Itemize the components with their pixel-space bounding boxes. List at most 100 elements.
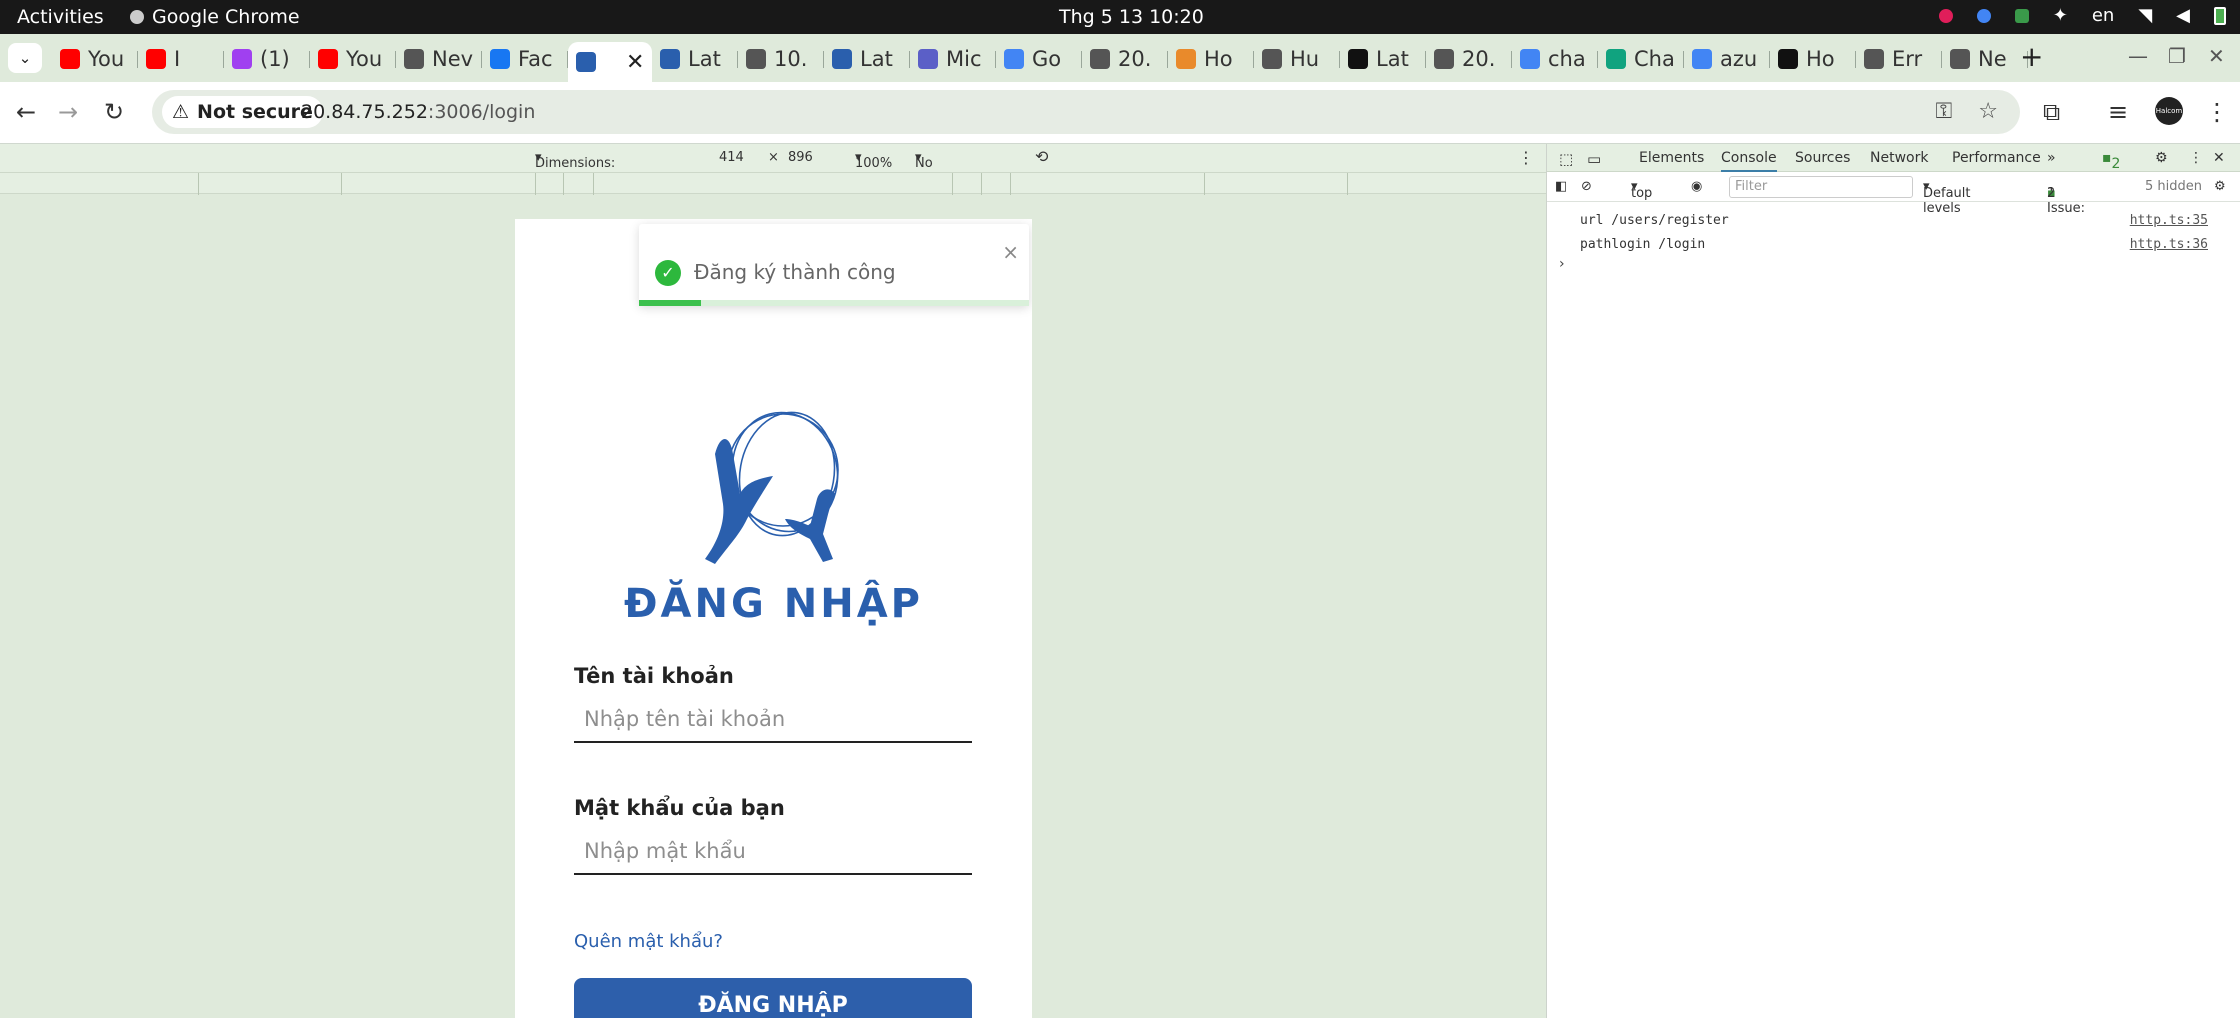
browser-tab[interactable]: 20.: [1082, 42, 1168, 76]
zoom-label: 100%: [855, 156, 893, 171]
zoom-select[interactable]: 100% ▾: [855, 150, 892, 171]
console-filter-input[interactable]: Filter: [1729, 176, 1913, 198]
maximize-button[interactable]: ❐: [2168, 44, 2186, 68]
browser-tab[interactable]: Hu: [1254, 42, 1340, 76]
tabs-list: You I (1) You Nev Fac ✕ Lat 10. Lat Mic Go 20. Ho Hu La…: [52, 42, 2028, 82]
tab-performance[interactable]: Performance: [1952, 150, 2041, 166]
browser-tab[interactable]: Ho: [1168, 42, 1254, 76]
username-label: Tên tài khoản: [574, 664, 734, 688]
password-label: Mật khẩu của bạn: [574, 796, 785, 820]
sidebar-toggle-icon[interactable]: ◧: [1555, 179, 1567, 194]
login-title: ĐĂNG NHẬP: [624, 581, 923, 627]
username-input[interactable]: [574, 697, 972, 743]
console-prompt-icon[interactable]: ›: [1559, 256, 1565, 272]
devtools-menu-icon[interactable]: ⋮: [2189, 150, 2203, 166]
close-tab-icon[interactable]: ✕: [626, 50, 644, 75]
browser-tab[interactable]: 20.: [1426, 42, 1512, 76]
media-control-icon[interactable]: ≡: [2108, 98, 2128, 126]
browser-tab[interactable]: You: [310, 42, 396, 76]
browser-tab[interactable]: cha: [1512, 42, 1598, 76]
inspect-icon[interactable]: ⬚: [1559, 150, 1573, 168]
forgot-password-link[interactable]: Quên mật khẩu?: [574, 931, 723, 952]
chrome-menu-icon[interactable]: ⋮: [2205, 98, 2229, 126]
password-input[interactable]: [574, 829, 972, 875]
key-icon[interactable]: ⚿: [1936, 99, 1953, 124]
forward-button[interactable]: →: [58, 98, 78, 126]
close-window-button[interactable]: ✕: [2208, 44, 2225, 68]
url-text[interactable]: 20.84.75.252:3006/login: [301, 101, 535, 123]
github-icon: [1348, 49, 1368, 69]
tab-search-button[interactable]: ⌄: [8, 43, 42, 73]
browser-toolbar: ← → ↻ ⚠ Not secure 20.84.75.252:3006/log…: [0, 82, 2240, 144]
google-icon: [1692, 49, 1712, 69]
browser-tab[interactable]: Ho: [1770, 42, 1856, 76]
tab-label: Fac: [518, 47, 553, 71]
browser-tab[interactable]: Go: [996, 42, 1082, 76]
more-tabs-icon[interactable]: »: [2047, 150, 2056, 166]
log-source-link[interactable]: http.ts:35: [2130, 213, 2208, 228]
log-levels-select[interactable]: Default levels ▾: [1923, 179, 1971, 216]
browser-tab[interactable]: I: [138, 42, 224, 76]
console-log-row: url /users/register http.ts:35: [1547, 208, 2240, 232]
tab-label: Ho: [1806, 47, 1835, 71]
back-button[interactable]: ←: [16, 98, 36, 126]
tab-label: Lat: [860, 47, 893, 71]
more-options-icon[interactable]: ⋮: [1518, 148, 1534, 167]
context-select[interactable]: top ▾: [1631, 179, 1652, 201]
globe-icon: [1434, 49, 1454, 69]
log-source-link[interactable]: http.ts:36: [2130, 237, 2208, 252]
tab-network[interactable]: Network: [1870, 150, 1928, 166]
browser-tab[interactable]: azu: [1684, 42, 1770, 76]
messages-badge[interactable]: ▪ 2: [2102, 150, 2120, 172]
browser-tab[interactable]: 10.: [738, 42, 824, 76]
tab-elements[interactable]: Elements: [1639, 150, 1704, 166]
tab-label: You: [88, 47, 125, 71]
globe-icon: [1262, 49, 1282, 69]
rotate-icon[interactable]: ⟲: [1035, 147, 1048, 166]
reload-button[interactable]: ↻: [104, 98, 124, 126]
bookmark-star-icon[interactable]: ☆: [1978, 99, 1998, 124]
close-devtools-icon[interactable]: ✕: [2213, 150, 2225, 166]
browser-tab[interactable]: Mic: [910, 42, 996, 76]
app-name: Google Chrome: [152, 6, 300, 28]
extensions-icon[interactable]: ⧉: [2043, 98, 2060, 126]
throttling-select[interactable]: No throttling ▾: [915, 150, 975, 186]
address-bar[interactable]: ⚠ Not secure 20.84.75.252:3006/login ⚿ ☆: [152, 90, 2020, 134]
times-icon: ×: [768, 150, 779, 165]
system-tray[interactable]: ✦ en ◥ ◀: [1938, 5, 2226, 26]
tab-console[interactable]: Console: [1721, 150, 1777, 172]
new-tab-button[interactable]: +: [2020, 40, 2043, 73]
device-select[interactable]: Dimensions: iPhone XR ▾: [535, 150, 615, 186]
tab-label: (1): [260, 47, 290, 71]
avatar[interactable]: Halcom: [2155, 97, 2183, 125]
height-input[interactable]: 896: [788, 150, 813, 165]
activities-button[interactable]: Activities: [17, 6, 104, 28]
eye-icon[interactable]: ◉: [1691, 179, 1702, 194]
clock[interactable]: Thg 5 13 10:20: [1059, 6, 1204, 28]
browser-tab[interactable]: Err: [1856, 42, 1942, 76]
browser-tab[interactable]: Fac: [482, 42, 568, 76]
tab-label: I: [174, 47, 181, 71]
clear-console-icon[interactable]: ⊘: [1581, 179, 1592, 194]
language-indicator[interactable]: en: [2092, 5, 2114, 26]
settings-gear-icon[interactable]: ⚙: [2155, 150, 2168, 166]
browser-tab[interactable]: Lat: [824, 42, 910, 76]
device-mode-icon[interactable]: ▭: [1587, 150, 1601, 168]
console-settings-icon[interactable]: ⚙: [2214, 179, 2226, 194]
login-button[interactable]: ĐĂNG NHẬP: [574, 978, 972, 1018]
not-secure-chip[interactable]: ⚠ Not secure: [162, 96, 323, 128]
browser-tab[interactable]: ✕: [568, 42, 652, 82]
width-input[interactable]: 414: [719, 150, 744, 165]
browser-tab[interactable]: Lat: [652, 42, 738, 76]
tab-sources[interactable]: Sources: [1795, 150, 1850, 166]
browser-tab[interactable]: Nev: [396, 42, 482, 76]
browser-tab[interactable]: (1): [224, 42, 310, 76]
browser-tab[interactable]: You: [52, 42, 138, 76]
browser-tab[interactable]: Cha: [1598, 42, 1684, 76]
browser-tab[interactable]: Ne: [1942, 42, 2028, 76]
toast-close-button[interactable]: ×: [1002, 240, 1019, 264]
minimize-button[interactable]: —: [2128, 44, 2148, 68]
browser-tab[interactable]: Lat: [1340, 42, 1426, 76]
app-menu[interactable]: Google Chrome: [130, 6, 300, 28]
media-query-ruler[interactable]: [0, 172, 1546, 195]
